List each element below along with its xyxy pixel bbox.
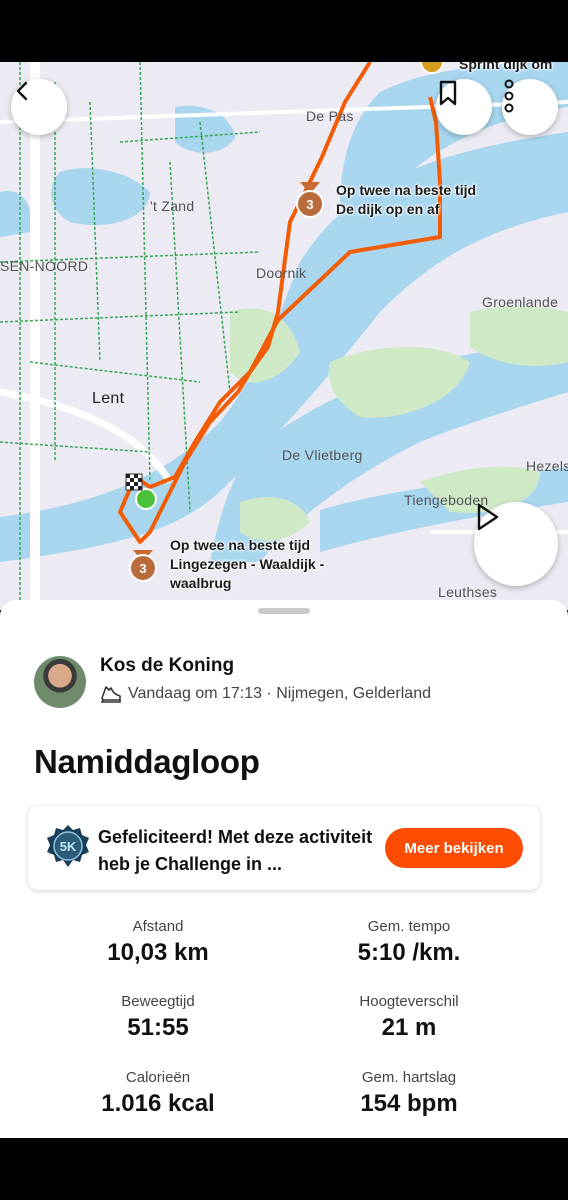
badge-text: 5K: [60, 839, 77, 854]
medal-icon: 3: [129, 550, 157, 582]
stat-value: 5:10 /km.: [357, 939, 461, 966]
back-button[interactable]: [11, 79, 67, 135]
bookmark-button[interactable]: [436, 79, 492, 135]
stat-label: Gem. hartslag: [361, 1069, 457, 1086]
challenge-badge-icon: 5K: [47, 825, 89, 867]
place-label: Doornik: [256, 265, 307, 281]
route-map[interactable]: 3 3 De Pas 't Zand SEN-NOORD Doornik Len…: [0, 62, 568, 610]
stat-distance: Afstand 10,03 km: [38, 918, 278, 967]
more-icon: [504, 79, 514, 113]
shoe-icon: [100, 686, 121, 703]
activity-meta-text: Vandaag om 17:13 · Nijmegen, Gelderland: [128, 685, 431, 702]
place-label: De Pas: [306, 108, 354, 124]
back-icon: [16, 81, 28, 101]
svg-text:3: 3: [139, 561, 146, 576]
stat-label: Afstand: [132, 918, 184, 935]
place-label: Hezels: [526, 458, 568, 474]
stat-heart-rate: Gem. hartslag 154 bpm: [289, 1069, 529, 1118]
stat-label: Calorieën: [125, 1069, 191, 1086]
status-bar: [0, 0, 568, 62]
system-nav-bar: [0, 1138, 568, 1200]
challenge-message: Gefeliciteerd! Met deze activiteit heb j…: [98, 827, 373, 874]
bookmark-icon: [439, 80, 457, 106]
place-label: Leuthses: [438, 584, 498, 600]
stat-value: 154 bpm: [360, 1090, 458, 1117]
place-label: SEN-NOORD: [0, 258, 89, 274]
activity-title: Namiddagloop: [34, 743, 260, 780]
stat-pace: Gem. tempo 5:10 /km.: [289, 918, 529, 967]
segment-label[interactable]: Op twee na beste tijd Lingezegen - Waald…: [170, 536, 324, 593]
stat-value: 21 m: [381, 1014, 437, 1041]
activity-sheet: Kos de Koning Vandaag om 17:13 · Nijmege…: [0, 600, 568, 1138]
medal-icon: 3: [296, 182, 324, 218]
stat-calories: Calorieën 1.016 kcal: [38, 1069, 278, 1118]
place-label: Groenlande: [482, 294, 559, 310]
activity-meta: Vandaag om 17:13 · Nijmegen, Gelderland: [100, 684, 431, 704]
stat-value: 1.016 kcal: [101, 1090, 215, 1117]
challenge-card[interactable]: 5K Gefeliciteerd! Met deze activiteit he…: [28, 806, 540, 890]
play-flyover-button[interactable]: [474, 502, 558, 586]
stat-elevation: Hoogteverschil 21 m: [289, 993, 529, 1042]
athlete-name[interactable]: Kos de Koning: [100, 655, 234, 677]
view-more-button[interactable]: Meer bekijken: [385, 828, 523, 868]
stat-label: Gem. tempo: [367, 918, 451, 935]
stat-value: 51:55: [127, 1014, 189, 1041]
avatar[interactable]: [34, 656, 86, 708]
sheet-drag-handle[interactable]: [258, 608, 310, 614]
play-icon: [477, 503, 499, 531]
stat-label: Beweegtijd: [121, 993, 195, 1010]
place-label: 't Zand: [150, 198, 195, 214]
stat-moving-time: Beweegtijd 51:55: [38, 993, 278, 1042]
svg-text:3: 3: [306, 197, 313, 212]
place-label: Lent: [92, 390, 125, 407]
stat-value: 10,03 km: [107, 939, 209, 966]
segment-label[interactable]: Sprint dijk om: [459, 62, 552, 74]
stat-label: Hoogteverschil: [359, 993, 459, 1010]
segment-label[interactable]: Op twee na beste tijd De dijk op en af: [336, 181, 476, 219]
place-label: De Vlietberg: [282, 447, 363, 463]
more-options-button[interactable]: [502, 79, 558, 135]
